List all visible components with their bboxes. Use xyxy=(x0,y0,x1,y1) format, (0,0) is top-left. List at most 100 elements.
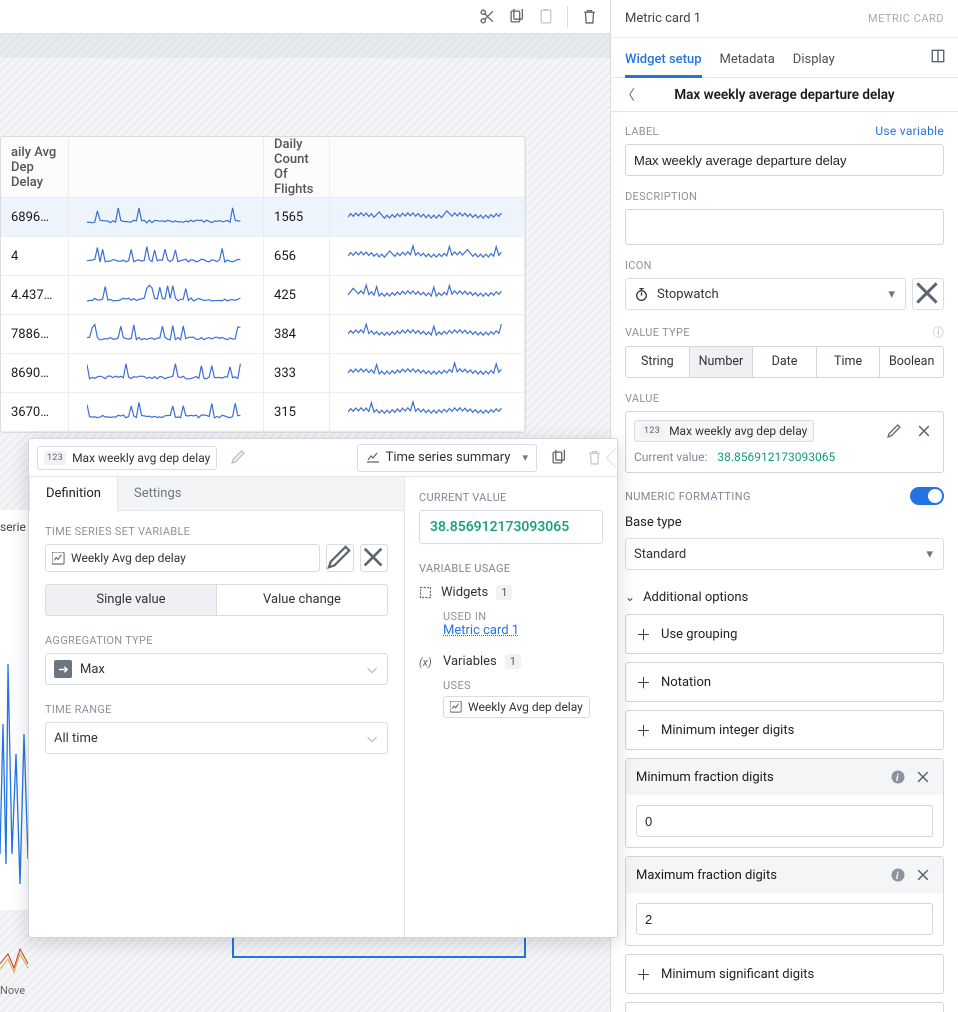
uses-chip[interactable]: Weekly Avg dep delay xyxy=(443,696,590,718)
cell-avg-spark xyxy=(68,237,263,276)
description-input[interactable] xyxy=(625,209,944,245)
icon-value: Stopwatch xyxy=(657,287,719,302)
snippet-xlabel: Nove xyxy=(0,984,29,997)
vtype-time[interactable]: Time xyxy=(816,347,880,377)
editor-toolbar xyxy=(0,0,610,34)
chevron-down-icon: ▾ xyxy=(522,451,528,464)
docs-icon[interactable] xyxy=(930,48,946,64)
additional-options-toggle[interactable]: ⌄ Additional options xyxy=(625,580,944,614)
vtype-number[interactable]: Number xyxy=(689,347,753,377)
cell-count-spark xyxy=(329,276,524,315)
vtype-date[interactable]: Date xyxy=(752,347,816,377)
clear-value-button[interactable] xyxy=(913,420,935,442)
view-type-select[interactable]: Time series summary ▾ xyxy=(357,444,537,472)
icon-label: ICON xyxy=(625,259,652,272)
add-notation[interactable]: ＋Notation xyxy=(625,662,944,702)
cell-count-spark xyxy=(329,198,524,237)
current-value-label: CURRENT VALUE xyxy=(419,491,603,504)
col-avg-delay[interactable]: aily Avg Dep Delay xyxy=(1,137,68,198)
ts-variable-label: TIME SERIES SET VARIABLE xyxy=(45,525,388,538)
variables-usage[interactable]: Variables 1 xyxy=(419,654,603,669)
tab-display[interactable]: Display xyxy=(793,52,835,77)
toolbar-divider xyxy=(567,6,568,28)
widgets-usage[interactable]: Widgets 1 xyxy=(419,585,603,600)
max-frac-label: Maximum fraction digits xyxy=(636,868,777,883)
current-value: 38.856912173093065 xyxy=(419,510,603,544)
table-row[interactable]: 3670…315 xyxy=(1,393,525,432)
metric-card-link[interactable]: Metric card 1 xyxy=(443,623,519,638)
info-icon[interactable] xyxy=(891,868,905,882)
col-count[interactable]: Daily Count Of Flights xyxy=(264,137,330,198)
delete-variable-button[interactable] xyxy=(579,444,609,472)
table-row[interactable]: 4.437… 425 xyxy=(1,276,525,315)
plus-icon: ＋ xyxy=(636,624,651,645)
value-mode-segment: Single value Value change xyxy=(45,584,388,616)
plus-icon: ＋ xyxy=(636,964,651,985)
cell-count: 425 xyxy=(264,276,330,315)
base-type-select[interactable]: Standard ▾ xyxy=(625,538,944,570)
remove-max-frac[interactable] xyxy=(913,865,933,885)
rename-icon[interactable] xyxy=(223,444,253,472)
table-row[interactable]: 6896…1565 xyxy=(1,198,525,237)
cell-count: 1565 xyxy=(264,198,330,237)
view-type-label: Time series summary xyxy=(386,450,511,465)
paste-button[interactable] xyxy=(531,3,561,31)
col-avg-spark xyxy=(68,137,263,198)
clear-icon-button[interactable] xyxy=(912,278,944,310)
add-min-integer-digits[interactable]: ＋Minimum integer digits xyxy=(625,710,944,750)
duplicate-button[interactable] xyxy=(543,444,573,472)
value-type-segment: String Number Date Time Boolean xyxy=(625,346,944,378)
label-label: LABEL xyxy=(625,125,659,138)
tab-widget-setup[interactable]: Widget setup xyxy=(625,52,702,78)
delete-button[interactable] xyxy=(574,3,604,31)
variables-text: Variables xyxy=(443,654,497,669)
edit-value-button[interactable] xyxy=(883,420,905,442)
info-icon[interactable] xyxy=(891,770,905,784)
add-use-grouping[interactable]: ＋Use grouping xyxy=(625,614,944,654)
min-frac-label: Minimum fraction digits xyxy=(636,770,774,785)
tab-settings[interactable]: Settings xyxy=(118,477,197,510)
copy-button[interactable] xyxy=(501,3,531,31)
tab-metadata[interactable]: Metadata xyxy=(720,52,775,77)
remove-min-frac[interactable] xyxy=(913,767,933,787)
add-max-significant-digits[interactable]: ＋Maximum significant digits xyxy=(625,1002,944,1012)
cut-button[interactable] xyxy=(471,3,501,31)
icon-select[interactable]: Stopwatch ▾ xyxy=(625,278,906,310)
data-table: aily Avg Dep Delay Daily Count Of Flight… xyxy=(0,136,526,433)
max-frac-input[interactable] xyxy=(636,903,933,935)
variable-chip[interactable]: 123 Max weekly avg dep delay xyxy=(37,446,217,470)
cell-count-spark xyxy=(329,237,524,276)
seg-value-change[interactable]: Value change xyxy=(216,585,387,615)
ts-variable-chip[interactable]: Weekly Avg dep delay xyxy=(45,544,320,572)
min-frac-input[interactable] xyxy=(636,805,933,837)
plus-icon: ＋ xyxy=(636,720,651,741)
chevron-down-icon: ⌄ xyxy=(625,590,635,604)
table-row[interactable]: 4656 xyxy=(1,237,525,276)
table-row[interactable]: 8690…333 xyxy=(1,354,525,393)
value-chip[interactable]: 123 Max weekly avg dep delay xyxy=(634,420,814,442)
table-row[interactable]: 7886…384 xyxy=(1,315,525,354)
label-input[interactable] xyxy=(625,144,944,176)
cell-avg: 7886… xyxy=(1,315,68,354)
vtype-boolean[interactable]: Boolean xyxy=(879,347,943,377)
callout-pointer xyxy=(607,448,617,468)
vtype-string[interactable]: String xyxy=(626,347,689,377)
time-range-select[interactable]: All time ⌵ xyxy=(45,722,388,754)
base-type-label: Base type xyxy=(625,515,944,530)
min-sig-text: Minimum significant digits xyxy=(661,967,814,982)
inspector-panel: Metric card 1 METRIC CARD Widget setup M… xyxy=(610,0,958,1012)
use-variable-link[interactable]: Use variable xyxy=(875,124,944,138)
clear-ts-button[interactable] xyxy=(360,544,388,572)
back-button[interactable]: 〈 xyxy=(621,85,635,105)
numeric-formatting-toggle[interactable] xyxy=(910,487,944,505)
aggregation-select[interactable]: Max ⌵ xyxy=(45,653,388,685)
widget-type: METRIC CARD xyxy=(868,12,944,25)
edit-ts-button[interactable] xyxy=(326,544,354,572)
seg-single-value[interactable]: Single value xyxy=(46,585,216,615)
chevron-down-icon: ⌵ xyxy=(367,662,377,677)
breadcrumb-text: Max weekly average departure delay xyxy=(611,87,958,103)
variables-count: 1 xyxy=(505,654,521,669)
add-min-significant-digits[interactable]: ＋ Minimum significant digits xyxy=(625,954,944,994)
cell-avg: 4.437… xyxy=(1,276,68,315)
tab-definition[interactable]: Definition xyxy=(29,477,118,511)
